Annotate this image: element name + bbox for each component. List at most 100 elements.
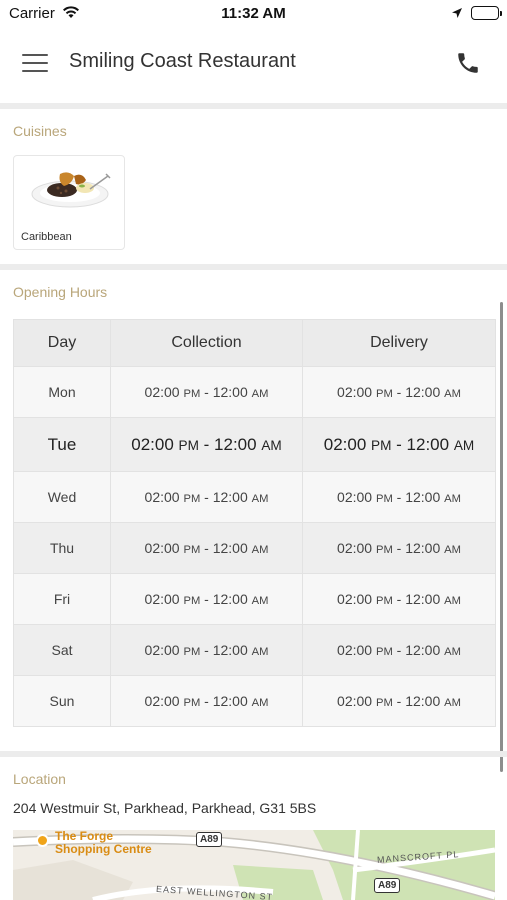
day-cell: Mon bbox=[13, 366, 111, 418]
time-value: 12:00 bbox=[405, 693, 441, 709]
ampm-label: PM bbox=[375, 388, 393, 400]
time-value: 02:00 bbox=[337, 642, 373, 658]
ampm-label: AM bbox=[453, 437, 475, 453]
column-header-delivery: Delivery bbox=[302, 319, 496, 367]
location-arrow-icon bbox=[451, 6, 463, 23]
ampm-label: AM bbox=[444, 595, 461, 607]
time-value: 02:00 bbox=[337, 540, 373, 556]
time-value: 02:00 bbox=[337, 489, 373, 505]
day-cell: Wed bbox=[13, 471, 111, 523]
column-header-collection: Collection bbox=[110, 319, 303, 367]
collection-hours-cell: 02:00 PM - 12:00 AM bbox=[110, 675, 303, 727]
ampm-label: PM bbox=[183, 595, 201, 607]
collection-hours-cell: 02:00 PM - 12:00 AM bbox=[110, 573, 303, 625]
ampm-label: AM bbox=[444, 493, 461, 505]
day-cell: Sat bbox=[13, 624, 111, 676]
hamburger-menu-icon[interactable] bbox=[22, 53, 48, 73]
day-cell: Tue bbox=[13, 417, 111, 472]
ampm-label: PM bbox=[375, 595, 393, 607]
app-header: Smiling Coast Restaurant bbox=[0, 28, 507, 101]
scrollbar[interactable] bbox=[500, 302, 503, 772]
restaurant-address: 204 Westmuir St, Parkhead, Parkhead, G31… bbox=[13, 800, 317, 816]
ampm-label: PM bbox=[375, 697, 393, 709]
section-divider bbox=[0, 751, 507, 757]
ampm-label: AM bbox=[444, 544, 461, 556]
location-map[interactable]: The Forge Shopping Centre A89 A89 MANSCR… bbox=[13, 830, 495, 900]
map-poi-label: The Forge Shopping Centre bbox=[55, 830, 152, 856]
cuisine-card-caribbean[interactable]: Caribbean bbox=[13, 155, 125, 250]
phone-icon[interactable] bbox=[455, 50, 481, 76]
ampm-label: PM bbox=[375, 544, 393, 556]
time-value: 12:00 bbox=[212, 489, 248, 505]
ampm-label: AM bbox=[251, 493, 269, 505]
time-value: 12:00 bbox=[405, 384, 441, 400]
status-bar: Carrier 11:32 AM bbox=[0, 0, 507, 28]
battery-icon bbox=[471, 6, 502, 20]
table-row: Sun 02:00 PM - 12:00 AM 02:00 PM - 12:00 A… bbox=[13, 675, 496, 727]
time-value: 02:00 bbox=[144, 489, 180, 505]
ampm-label: PM bbox=[183, 388, 201, 400]
table-row: Fri 02:00 PM - 12:00 AM 02:00 PM - 12:00 A… bbox=[13, 573, 496, 625]
time-value: 12:00 bbox=[212, 591, 248, 607]
ampm-label: PM bbox=[375, 493, 393, 505]
table-row: Thu 02:00 PM - 12:00 AM 02:00 PM - 12:00 A… bbox=[13, 522, 496, 574]
delivery-hours-cell: 02:00 PM - 12:00 AM bbox=[302, 573, 496, 625]
time-value: 12:00 bbox=[212, 642, 248, 658]
time-value: 02:00 bbox=[337, 384, 373, 400]
clock: 11:32 AM bbox=[221, 5, 286, 22]
ampm-label: PM bbox=[371, 437, 392, 453]
ampm-label: AM bbox=[444, 388, 461, 400]
ampm-label: PM bbox=[178, 437, 199, 453]
collection-hours-cell: 02:00 PM - 12:00 AM bbox=[110, 471, 303, 523]
page-title: Smiling Coast Restaurant bbox=[69, 50, 296, 72]
ampm-label: PM bbox=[183, 697, 201, 709]
ampm-label: AM bbox=[251, 646, 269, 658]
ampm-label: PM bbox=[375, 646, 393, 658]
location-label: Location bbox=[13, 771, 66, 787]
road-shield-a89: A89 bbox=[196, 832, 223, 847]
table-header-row: Day Collection Delivery bbox=[13, 319, 496, 367]
time-value: 12:00 bbox=[405, 591, 441, 607]
section-divider bbox=[0, 103, 507, 109]
time-value: 12:00 bbox=[212, 384, 248, 400]
day-cell: Fri bbox=[13, 573, 111, 625]
opening-hours-label: Opening Hours bbox=[13, 284, 108, 300]
ampm-label: PM bbox=[183, 646, 201, 658]
time-value: 02:00 bbox=[144, 642, 180, 658]
collection-hours-cell: 02:00 PM - 12:00 AM bbox=[110, 417, 303, 472]
time-value: 02:00 bbox=[144, 693, 180, 709]
time-value: 12:00 bbox=[212, 540, 248, 556]
shopping-poi-icon bbox=[36, 834, 49, 847]
time-value: 12:00 bbox=[405, 540, 441, 556]
delivery-hours-cell: 02:00 PM - 12:00 AM bbox=[302, 417, 496, 472]
cuisine-name: Caribbean bbox=[21, 231, 72, 243]
time-value: 02:00 bbox=[323, 434, 367, 454]
collection-hours-cell: 02:00 PM - 12:00 AM bbox=[110, 522, 303, 574]
cuisine-dish-image bbox=[30, 162, 112, 212]
table-row: Sat 02:00 PM - 12:00 AM 02:00 PM - 12:00 A… bbox=[13, 624, 496, 676]
time-value: 02:00 bbox=[337, 693, 373, 709]
table-row: Tue 02:00 PM - 12:00 AM 02:00 PM - 12:00 A… bbox=[13, 417, 496, 472]
time-value: 12:00 bbox=[405, 489, 441, 505]
time-value: 02:00 bbox=[144, 540, 180, 556]
collection-hours-cell: 02:00 PM - 12:00 AM bbox=[110, 366, 303, 418]
road-shield-a89: A89 bbox=[374, 878, 401, 893]
table-row: Mon 02:00 PM - 12:00 AM 02:00 PM - 12:00 A… bbox=[13, 366, 496, 418]
delivery-hours-cell: 02:00 PM - 12:00 AM bbox=[302, 624, 496, 676]
section-divider bbox=[0, 264, 507, 270]
cuisines-label: Cuisines bbox=[13, 123, 67, 139]
delivery-hours-cell: 02:00 PM - 12:00 AM bbox=[302, 471, 496, 523]
ampm-label: PM bbox=[183, 544, 201, 556]
time-value: 02:00 bbox=[337, 591, 373, 607]
delivery-hours-cell: 02:00 PM - 12:00 AM bbox=[302, 366, 496, 418]
day-cell: Sun bbox=[13, 675, 111, 727]
ampm-label: PM bbox=[183, 493, 201, 505]
time-value: 02:00 bbox=[144, 384, 180, 400]
delivery-hours-cell: 02:00 PM - 12:00 AM bbox=[302, 522, 496, 574]
column-header-day: Day bbox=[13, 319, 111, 367]
ampm-label: AM bbox=[251, 595, 269, 607]
day-cell: Thu bbox=[13, 522, 111, 574]
time-value: 02:00 bbox=[131, 434, 174, 454]
table-row: Wed 02:00 PM - 12:00 AM 02:00 PM - 12:00 A… bbox=[13, 471, 496, 523]
time-value: 12:00 bbox=[405, 642, 441, 658]
